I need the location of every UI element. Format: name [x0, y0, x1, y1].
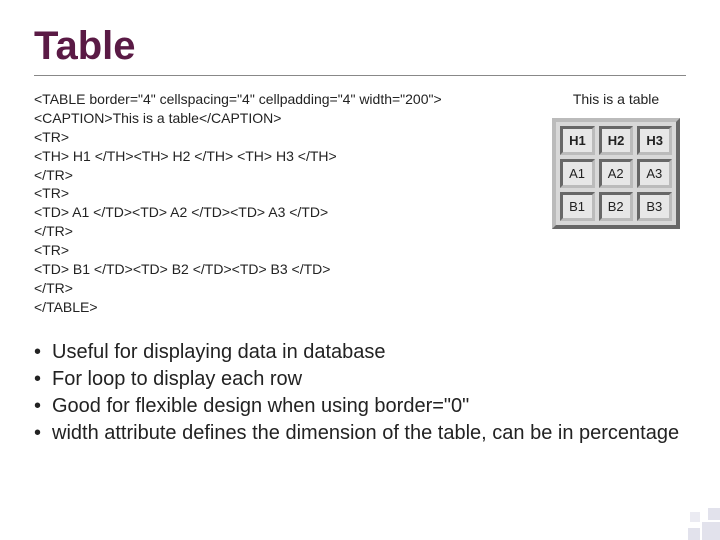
- table-cell: B3: [637, 192, 672, 221]
- table-cell: A1: [560, 159, 595, 188]
- table-cell: B1: [560, 192, 595, 221]
- list-item-text: For loop to display each row: [52, 368, 302, 390]
- rendered-table-demo: This is a table H1 H2 H3 A1 A2 A3 B1 B2 …: [546, 90, 686, 229]
- table-row: H1 H2 H3: [560, 126, 672, 155]
- list-item-text: width attribute defines the dimension of…: [52, 422, 679, 444]
- bullet-dot-icon: •: [34, 393, 52, 420]
- demo-table: H1 H2 H3 A1 A2 A3 B1 B2 B3: [552, 118, 680, 229]
- table-cell: B2: [599, 192, 634, 221]
- corner-decoration-icon: [676, 496, 720, 540]
- table-cell: A2: [599, 159, 634, 188]
- list-item: •For loop to display each row: [34, 366, 686, 393]
- table-row: B1 B2 B3: [560, 192, 672, 221]
- table-header-cell: H2: [599, 126, 634, 155]
- table-cell: A3: [637, 159, 672, 188]
- table-header-cell: H1: [560, 126, 595, 155]
- list-item-text: Good for flexible design when using bord…: [52, 395, 469, 417]
- table-caption: This is a table: [546, 90, 686, 108]
- content-row: <TABLE border="4" cellspacing="4" cellpa…: [34, 90, 686, 317]
- title-rule: [34, 75, 686, 76]
- bullet-dot-icon: •: [34, 366, 52, 393]
- list-item: •Good for flexible design when using bor…: [34, 393, 686, 420]
- bullet-list: •Useful for displaying data in database …: [34, 339, 686, 447]
- code-block: <TABLE border="4" cellspacing="4" cellpa…: [34, 90, 532, 317]
- table-header-cell: H3: [637, 126, 672, 155]
- slide-title: Table: [34, 24, 686, 69]
- list-item-text: Useful for displaying data in database: [52, 341, 386, 363]
- bullet-dot-icon: •: [34, 420, 52, 447]
- list-item: •width attribute defines the dimension o…: [34, 420, 686, 447]
- bullet-dot-icon: •: [34, 339, 52, 366]
- list-item: •Useful for displaying data in database: [34, 339, 686, 366]
- table-row: A1 A2 A3: [560, 159, 672, 188]
